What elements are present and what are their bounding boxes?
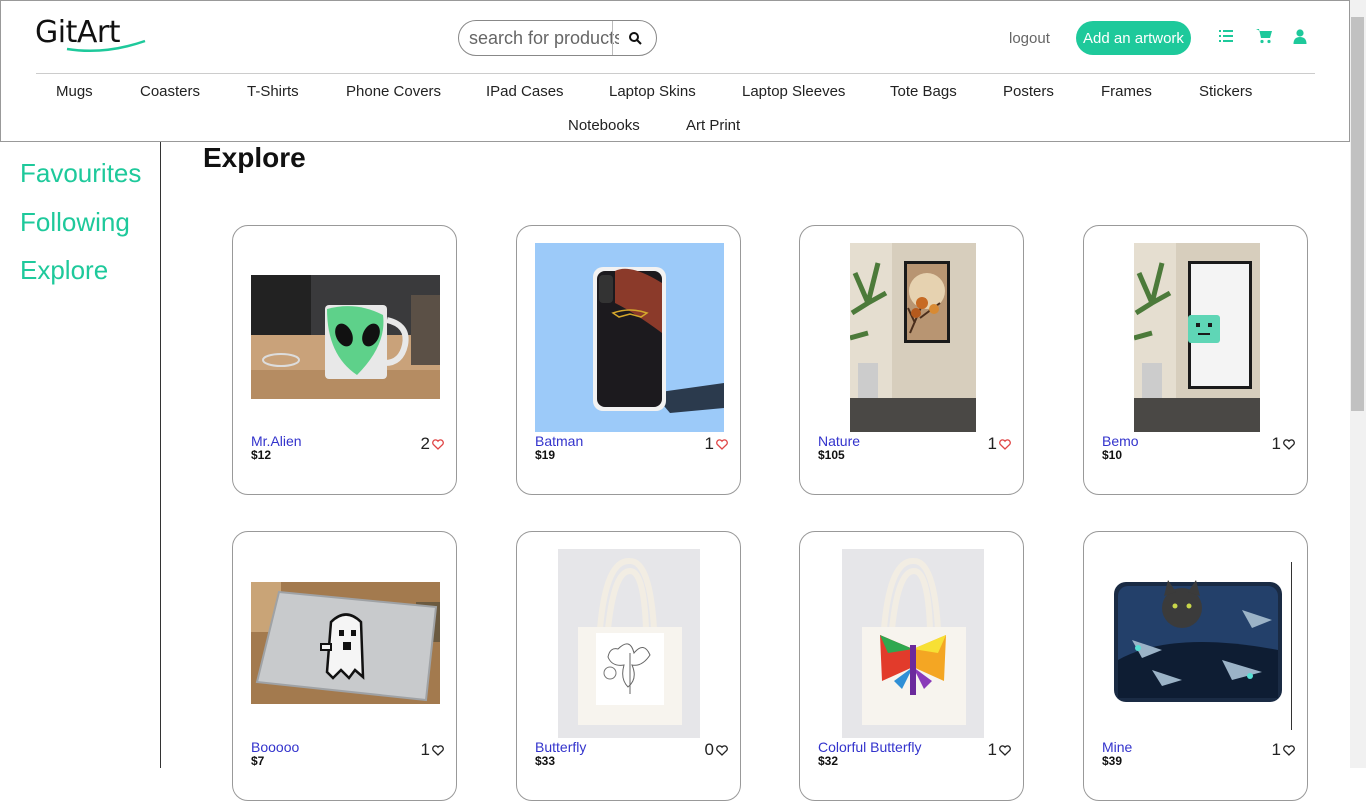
product-name[interactable]: Mr.Alien [251, 433, 302, 449]
heart-icon[interactable] [999, 438, 1011, 450]
header: GitArt logout Add an artwork Mugs Coaste… [0, 0, 1350, 142]
list-icon[interactable] [1218, 28, 1234, 44]
product-price: $12 [251, 448, 272, 462]
user-icon[interactable] [1292, 28, 1308, 44]
sidebar-item-following[interactable]: Following [20, 207, 130, 238]
heart-icon[interactable] [999, 744, 1011, 756]
product-name[interactable]: Colorful Butterfly [818, 739, 921, 755]
category-phone-covers[interactable]: Phone Covers [346, 83, 441, 100]
header-divider [36, 73, 1315, 74]
logout-link[interactable]: logout [1009, 30, 1050, 47]
category-t-shirts[interactable]: T-Shirts [247, 83, 299, 100]
heart-icon[interactable] [432, 744, 444, 756]
product-card[interactable]: Butterfly $33 0 [516, 531, 741, 801]
product-price: $10 [1102, 448, 1123, 462]
category-notebooks[interactable]: Notebooks [568, 117, 640, 134]
product-price: $32 [818, 754, 839, 768]
heart-icon[interactable] [1283, 438, 1295, 450]
product-image[interactable] [251, 275, 440, 399]
product-image[interactable] [1134, 243, 1260, 432]
heart-icon[interactable] [1283, 744, 1295, 756]
product-card[interactable]: Nature $105 1 [799, 225, 1024, 495]
heart-icon[interactable] [716, 744, 728, 756]
product-name[interactable]: Mine [1102, 739, 1132, 755]
scrollbar-thumb[interactable] [1351, 17, 1364, 411]
product-card[interactable]: Batman $19 1 [516, 225, 741, 495]
like-counter: 2 [421, 434, 444, 454]
product-name[interactable]: Nature [818, 433, 860, 449]
like-count: 1 [420, 740, 430, 759]
like-count: 0 [704, 740, 714, 759]
product-image[interactable] [558, 549, 700, 738]
search-icon [629, 32, 642, 45]
product-card[interactable]: Booooo $7 1 [232, 531, 457, 801]
product-name[interactable]: Booooo [251, 739, 299, 755]
like-counter: 1 [1272, 740, 1295, 760]
like-count: 1 [1271, 434, 1281, 453]
product-price: $105 [818, 448, 845, 462]
like-count: 1 [987, 740, 997, 759]
like-count: 2 [420, 434, 430, 453]
search-button[interactable] [612, 21, 656, 55]
category-mugs[interactable]: Mugs [56, 83, 93, 100]
category-ipad-cases[interactable]: IPad Cases [486, 83, 564, 100]
like-counter: 1 [421, 740, 444, 760]
product-name[interactable]: Batman [535, 433, 583, 449]
product-name[interactable]: Bemo [1102, 433, 1139, 449]
add-artwork-button[interactable]: Add an artwork [1076, 21, 1191, 55]
gitart-logo[interactable]: GitArt [35, 15, 147, 55]
like-count: 1 [704, 434, 714, 453]
like-counter: 1 [1272, 434, 1295, 454]
category-laptop-skins[interactable]: Laptop Skins [609, 83, 696, 100]
category-tote-bags[interactable]: Tote Bags [890, 83, 957, 100]
category-stickers[interactable]: Stickers [1199, 83, 1252, 100]
image-edge-line [1291, 562, 1292, 730]
category-laptop-sleeves[interactable]: Laptop Sleeves [742, 83, 845, 100]
sidebar-item-explore[interactable]: Explore [20, 255, 108, 286]
product-card[interactable]: Mine $39 1 [1083, 531, 1308, 801]
cart-icon[interactable] [1256, 28, 1272, 44]
category-coasters[interactable]: Coasters [140, 83, 200, 100]
product-price: $7 [251, 754, 265, 768]
product-image[interactable] [842, 549, 984, 738]
product-price: $19 [535, 448, 556, 462]
product-image[interactable] [1112, 580, 1284, 704]
heart-icon[interactable] [716, 438, 728, 450]
product-image[interactable] [850, 243, 976, 432]
heart-icon[interactable] [432, 438, 444, 450]
like-counter: 1 [705, 434, 728, 454]
category-posters[interactable]: Posters [1003, 83, 1054, 100]
product-price: $39 [1102, 754, 1123, 768]
like-counter: 1 [988, 434, 1011, 454]
product-card[interactable]: Colorful Butterfly $32 1 [799, 531, 1024, 801]
product-image[interactable] [251, 582, 440, 704]
product-name[interactable]: Butterfly [535, 739, 586, 755]
sidebar-item-favourites[interactable]: Favourites [20, 158, 141, 189]
search-box [458, 20, 657, 56]
product-card[interactable]: Mr.Alien $12 2 [232, 225, 457, 495]
page-title: Explore [203, 142, 306, 173]
like-count: 1 [1271, 740, 1281, 759]
search-input[interactable] [469, 21, 619, 55]
logo-swoosh-icon [66, 39, 146, 53]
like-counter: 1 [988, 740, 1011, 760]
sidebar: Favourites Following Explore [0, 142, 161, 768]
category-art-print[interactable]: Art Print [686, 117, 740, 134]
like-counter: 0 [705, 740, 728, 760]
like-count: 1 [987, 434, 997, 453]
category-frames[interactable]: Frames [1101, 83, 1152, 100]
product-card[interactable]: Bemo $10 1 [1083, 225, 1308, 495]
product-price: $33 [535, 754, 556, 768]
product-image[interactable] [535, 243, 724, 432]
